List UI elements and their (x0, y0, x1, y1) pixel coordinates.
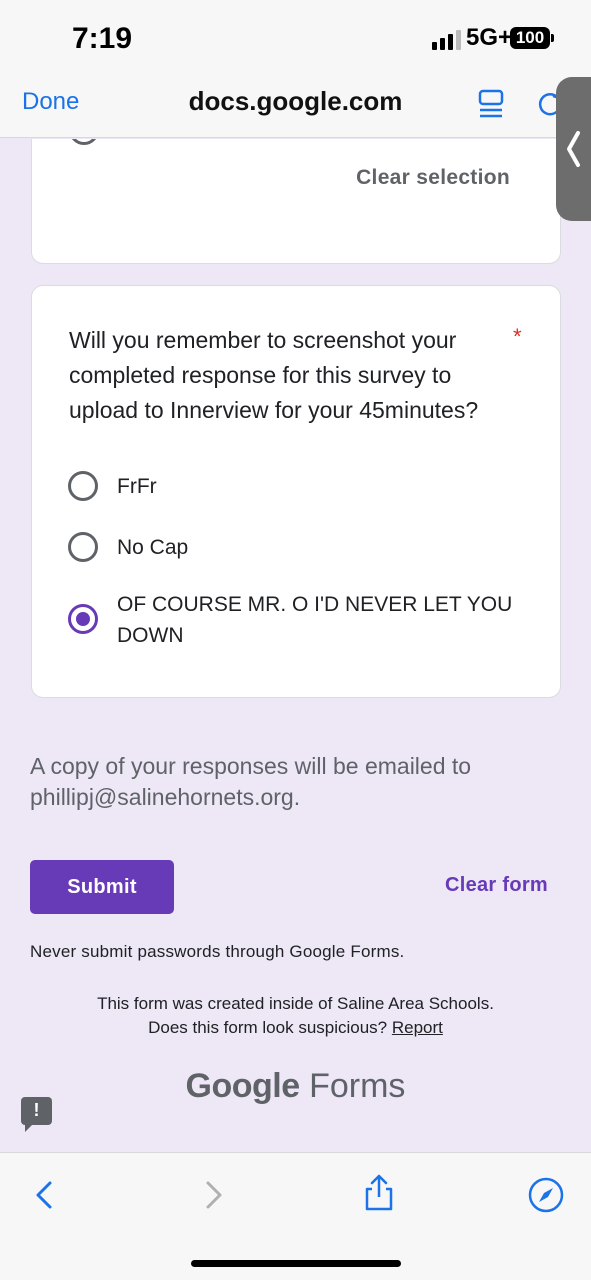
question-title: Will you remember to screenshot your com… (69, 327, 479, 423)
created-inside-text: This form was created inside of Saline A… (97, 994, 494, 1013)
option-label-3: OF COURSE MR. O I'D NEVER LET YOU DOWN (117, 593, 513, 647)
google-forms-logo[interactable]: Google Forms (0, 1067, 591, 1106)
feedback-icon[interactable]: ! (21, 1097, 52, 1132)
cell-signal-icon (432, 30, 461, 50)
option-label-1: FrFr (117, 475, 157, 498)
password-warning: Never submit passwords through Google Fo… (30, 942, 405, 961)
radio-option-1[interactable] (68, 471, 98, 501)
form-content: No Clear selection Will you remember to … (0, 139, 591, 1152)
chevron-left-icon (567, 131, 580, 167)
submit-button[interactable]: Submit (30, 860, 174, 914)
status-time: 7:19 (72, 22, 133, 55)
back-icon[interactable] (24, 1175, 64, 1215)
clear-form-button[interactable]: Clear form (445, 874, 548, 897)
logo-google-text: Google (185, 1067, 301, 1105)
report-link[interactable]: Report (392, 1018, 443, 1037)
radio-no[interactable] (69, 139, 99, 145)
side-panel-tab[interactable] (556, 77, 591, 221)
network-type: 5G+ (466, 24, 513, 51)
required-asterisk: * (513, 324, 522, 349)
browser-bottom-bar (0, 1152, 591, 1280)
option-label-2: No Cap (117, 536, 189, 559)
previous-question-card: No Clear selection (31, 139, 561, 264)
radio-option-3[interactable] (68, 604, 98, 634)
option-label-no: No (117, 139, 144, 140)
forward-icon[interactable] (194, 1175, 234, 1215)
share-icon[interactable] (359, 1173, 399, 1213)
email-copy-note: A copy of your responses will be emailed… (30, 753, 472, 810)
battery-tip (551, 34, 554, 42)
suspicious-text: Does this form look suspicious? (148, 1018, 388, 1037)
reader-view-icon[interactable] (476, 86, 506, 120)
home-indicator (191, 1260, 401, 1267)
battery-icon: 100 (510, 27, 550, 49)
form-origin-note: This form was created inside of Saline A… (0, 992, 591, 1040)
question-card: Will you remember to screenshot your com… (31, 285, 561, 698)
radio-option-2[interactable] (68, 532, 98, 562)
browser-top-bar: Done docs.google.com (0, 78, 591, 138)
status-bar: 7:19 5G+ 100 (0, 0, 591, 78)
clear-selection-button[interactable]: Clear selection (356, 166, 510, 190)
suspicious-line: Does this form look suspicious? Report (0, 1016, 591, 1040)
compass-icon[interactable] (526, 1175, 566, 1215)
logo-forms-text: Forms (309, 1067, 406, 1105)
